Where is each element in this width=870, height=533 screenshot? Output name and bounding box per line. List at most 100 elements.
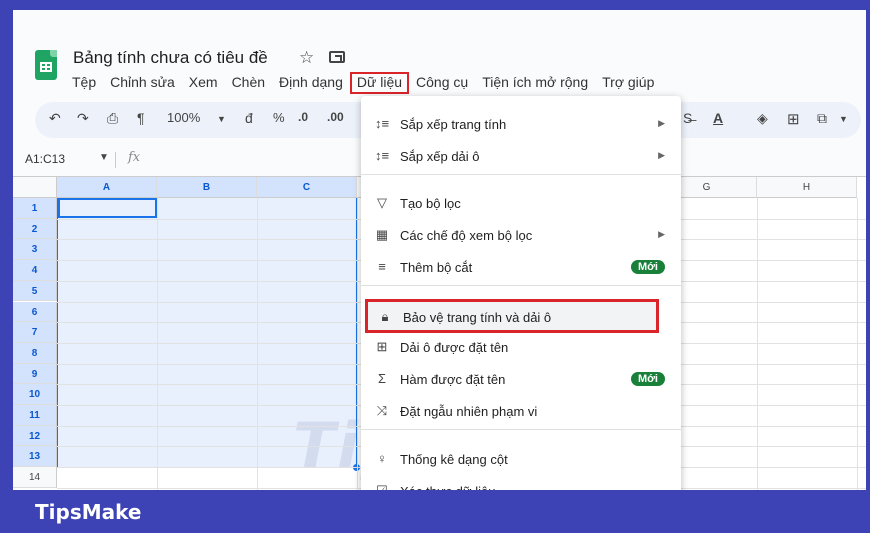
row-header[interactable]: 6 [13, 301, 57, 323]
named-range-icon: ⊞ [376, 339, 388, 354]
data-menu-item[interactable]: Σ Hàm được đặt tên Mới [361, 365, 681, 395]
menu-separator [361, 174, 681, 175]
frame-top-border [0, 0, 870, 10]
frame-right-border [866, 0, 870, 533]
frame-left-border [0, 0, 13, 533]
menu-bar: Tệp Chỉnh sửa Xem Chèn Định dạng Dữ liệu… [65, 72, 661, 94]
menu-help[interactable]: Trợ giúp [595, 72, 661, 94]
menu-view[interactable]: Xem [182, 72, 225, 94]
data-menu-item[interactable]: ↕≡ Sắp xếp trang tính ▶ [361, 110, 681, 140]
slicer-icon: ≡ [378, 259, 386, 274]
undo-icon[interactable]: ↶ [49, 110, 61, 127]
column-header[interactable]: B [157, 177, 257, 198]
merge-cells-icon[interactable]: ⧉ [817, 110, 827, 127]
column-header[interactable]: H [757, 177, 857, 198]
filter-views-icon: ▦ [375, 227, 389, 242]
sigma-icon: Σ [377, 371, 387, 386]
document-title[interactable]: Bảng tính chưa có tiêu đề [73, 48, 268, 68]
merge-caret-icon[interactable]: ▼ [839, 114, 848, 124]
menu-tools[interactable]: Công cụ [409, 72, 475, 94]
data-menu-item[interactable]: ▽ Tạo bộ lọc [361, 189, 681, 219]
new-badge: Mới [630, 372, 665, 386]
zoom-caret-icon[interactable]: ▼ [217, 114, 226, 124]
zoom-select[interactable]: 100% [167, 110, 200, 125]
row-header[interactable]: 9 [13, 363, 57, 385]
folder-move-icon[interactable] [329, 51, 345, 63]
row-header[interactable]: 1 [13, 198, 57, 219]
paint-format-icon[interactable]: ¶ [137, 110, 145, 126]
new-badge: Mới [630, 260, 665, 274]
menu-insert[interactable]: Chèn [225, 72, 272, 94]
data-menu-item-label: Thêm bộ cắt [400, 260, 473, 275]
data-menu-item[interactable]: ☑Xác thực dữ liệu [361, 477, 681, 490]
data-menu-dropdown: ↕≡ Sắp xếp trang tính ▶ ↕≡ Sắp xếp dải ô ▶ ▽ Tạ… [361, 96, 681, 490]
menu-separator [361, 285, 681, 286]
menu-format[interactable]: Định dạng [272, 72, 350, 94]
lightbulb-icon: ♀ [377, 451, 387, 466]
data-menu-item-label: Tạo bộ lọc [400, 196, 461, 211]
data-menu-item[interactable]: ⊞ Dải ô được đặt tên [361, 333, 681, 363]
strikethrough-icon[interactable]: S̶ [683, 110, 692, 126]
active-cell[interactable] [58, 198, 157, 218]
fx-icon: fx [128, 150, 141, 165]
submenu-arrow-icon: ▶ [658, 150, 665, 160]
data-menu-item[interactable]: ≡ Thêm bộ cắt Mới [361, 253, 681, 283]
increase-decimal-button[interactable]: .00 [327, 110, 344, 124]
row-header[interactable]: 2 [13, 218, 57, 240]
data-menu-item-label: Các chế độ xem bộ lọc [400, 228, 533, 243]
row-header[interactable]: 8 [13, 342, 57, 364]
sheets-app: Bảng tính chưa có tiêu đề ☆ Tệp Chỉnh sử… [13, 10, 866, 490]
footer-banner: TipsMake [0, 490, 870, 533]
data-menu-item-label: Sắp xếp dải ô [400, 149, 480, 164]
sheets-logo-icon[interactable] [35, 50, 57, 80]
row-header[interactable]: 11 [13, 405, 57, 426]
select-all-corner[interactable] [13, 177, 57, 198]
submenu-arrow-icon: ▶ [658, 118, 665, 128]
data-menu-item[interactable]: ↕≡ Sắp xếp dải ô ▶ [361, 142, 681, 172]
formula-divider [115, 152, 116, 168]
lock-icon: 🔒︎ [381, 309, 389, 324]
row-header[interactable]: 14 [13, 467, 57, 488]
submenu-arrow-icon: ▶ [658, 229, 665, 239]
data-menu-item[interactable]: ⤨ Đặt ngẫu nhiên phạm vi [361, 397, 681, 427]
shuffle-icon: ⤨ [376, 403, 388, 418]
decrease-decimal-button[interactable]: .0 [298, 110, 308, 124]
column-header[interactable]: C [257, 177, 357, 198]
data-menu-item-label: Thống kê dạng cột [400, 452, 508, 467]
star-icon[interactable]: ☆ [299, 48, 314, 68]
data-menu-item-label: Sắp xếp trang tính [400, 117, 507, 132]
name-box-caret-icon[interactable]: ▼ [99, 152, 109, 163]
validation-icon: ☑ [374, 483, 390, 490]
row-header[interactable]: 13 [13, 446, 57, 468]
data-menu-item-label: Đặt ngẫu nhiên phạm vi [400, 404, 538, 419]
data-menu-item-label: Bảo vệ trang tính và dải ô [403, 310, 552, 325]
data-menu-item[interactable]: 🔒︎ Bảo vệ trang tính và dải ô [365, 299, 659, 333]
menu-separator [361, 429, 681, 430]
column-header[interactable]: A [57, 177, 157, 198]
menu-data[interactable]: Dữ liệu [349, 72, 410, 94]
row-header[interactable]: 10 [13, 384, 57, 405]
percent-button[interactable]: % [273, 110, 285, 125]
fill-color-icon[interactable]: ◈ [757, 110, 768, 127]
currency-button[interactable]: đ [245, 110, 253, 126]
data-menu-item-label: Dải ô được đặt tên [400, 340, 509, 355]
name-box[interactable]: A1:C13 [25, 152, 65, 166]
print-icon[interactable]: ⎙ [107, 110, 118, 127]
data-menu-item-label: Hàm được đặt tên [400, 372, 506, 387]
menu-extensions[interactable]: Tiện ích mở rộng [475, 72, 595, 94]
text-color-button[interactable]: A [713, 110, 723, 126]
borders-icon[interactable]: ⊞ [787, 110, 800, 128]
data-menu-item[interactable]: ♀ Thống kê dạng cột [361, 445, 681, 475]
menu-edit[interactable]: Chỉnh sửa [103, 72, 182, 94]
row-header[interactable]: 7 [13, 322, 57, 343]
row-header[interactable]: 4 [13, 260, 57, 281]
data-menu-item[interactable]: ▦ Các chế độ xem bộ lọc ▶ [361, 221, 681, 251]
row-header[interactable]: 12 [13, 425, 57, 447]
filter-icon: ▽ [377, 195, 387, 210]
menu-file[interactable]: Tệp [65, 72, 103, 94]
row-header[interactable]: 3 [13, 239, 57, 261]
sort-icon: ↕≡ [374, 148, 390, 163]
sort-icon: ↕≡ [374, 116, 390, 131]
redo-icon[interactable]: ↷ [77, 110, 89, 127]
row-header[interactable]: 5 [13, 280, 57, 302]
